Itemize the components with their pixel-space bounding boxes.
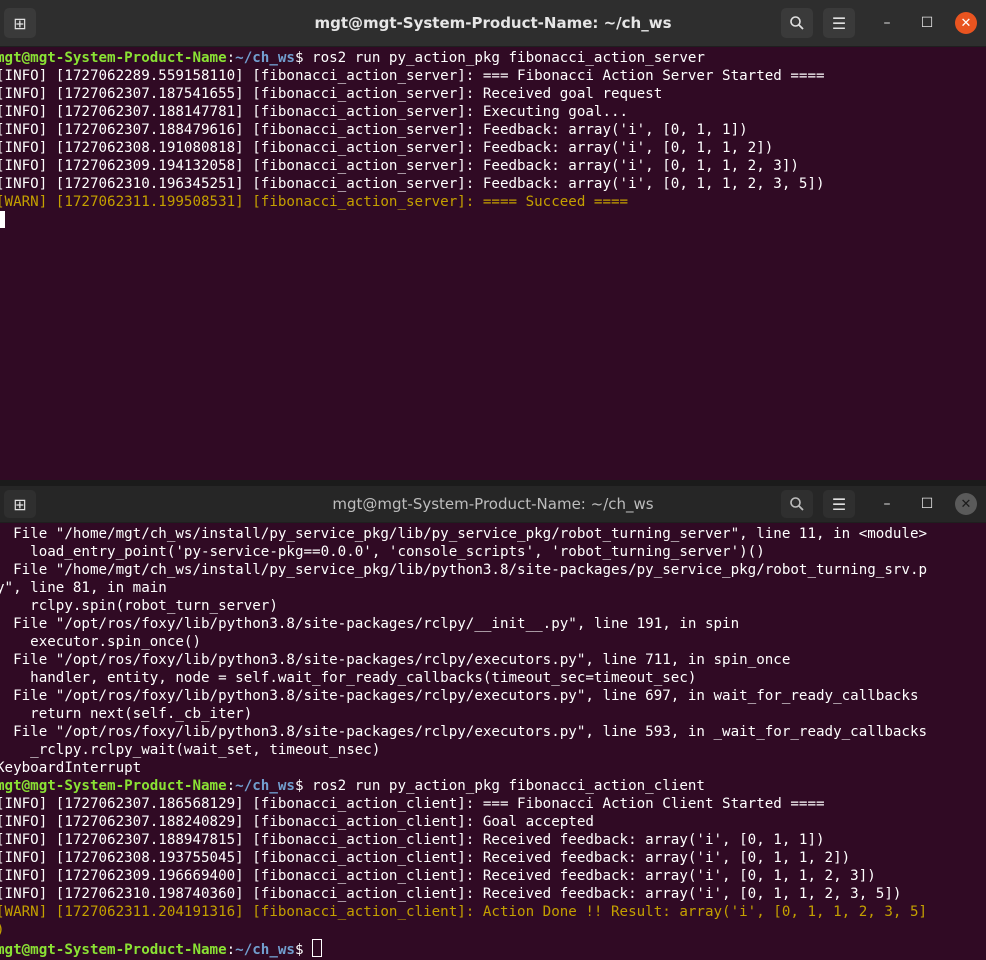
- maximize-button[interactable]: ☐: [916, 493, 938, 515]
- minimize-button[interactable]: –: [876, 493, 898, 515]
- log-line: [INFO] [1727062307.188240829] [fibonacci…: [0, 814, 594, 830]
- close-icon: ✕: [960, 15, 972, 31]
- traceback-line: y", line 81, in main: [0, 580, 167, 596]
- traceback-line: File "/home/mgt/ch_ws/install/py_service…: [0, 526, 928, 542]
- prompt-path: ~/ch_ws: [235, 50, 295, 66]
- traceback-line: File "/opt/ros/foxy/lib/python3.8/site-p…: [0, 724, 928, 740]
- traceback-line: rclpy.spin(robot_turn_server): [0, 598, 278, 614]
- prompt-path: ~/ch_ws: [235, 778, 295, 794]
- warn-log-line-wrap: ): [0, 921, 986, 939]
- cursor-line: [0, 211, 986, 229]
- search-icon: [790, 16, 804, 30]
- terminal-window-server[interactable]: ⊞ mgt@mgt-System-Product-Name: ~/ch_ws ☰…: [0, 0, 986, 480]
- maximize-icon: ☐: [920, 496, 934, 512]
- prompt-path: ~/ch_ws: [235, 942, 295, 958]
- window-title: mgt@mgt-System-Product-Name: ~/ch_ws: [332, 495, 654, 513]
- command-line: mgt@mgt-System-Product-Name:~/ch_ws$ ros…: [0, 49, 986, 67]
- titlebar[interactable]: ⊞ mgt@mgt-System-Product-Name: ~/ch_ws ☰…: [0, 0, 986, 47]
- command-line: mgt@mgt-System-Product-Name:~/ch_ws$ ros…: [0, 777, 986, 795]
- traceback-line: KeyboardInterrupt: [0, 760, 142, 776]
- menu-button[interactable]: ☰: [823, 8, 855, 38]
- text-cursor: [0, 211, 5, 228]
- prompt-user: mgt@mgt-System-Product-Name: [0, 778, 227, 794]
- log-line: [INFO] [1727062308.193755045] [fibonacci…: [0, 850, 851, 866]
- traceback-line: load_entry_point('py-service-pkg==0.0.0'…: [0, 544, 765, 560]
- log-line: [INFO] [1727062307.188479616] [fibonacci…: [0, 122, 748, 138]
- log-line: [INFO] [1727062309.194132058] [fibonacci…: [0, 158, 799, 174]
- minimize-icon: –: [883, 496, 891, 512]
- log-line: [INFO] [1727062307.186568129] [fibonacci…: [0, 796, 825, 812]
- search-button[interactable]: [781, 490, 813, 518]
- new-tab-button[interactable]: ⊞: [4, 8, 36, 38]
- text-cursor: [312, 939, 323, 957]
- titlebar[interactable]: ⊞ mgt@mgt-System-Product-Name: ~/ch_ws ☰…: [0, 486, 986, 523]
- log-line: [INFO] [1727062310.196345251] [fibonacci…: [0, 176, 825, 192]
- maximize-icon: ☐: [920, 15, 934, 31]
- traceback-line: File "/opt/ros/foxy/lib/python3.8/site-p…: [0, 652, 791, 668]
- command-text: $ ros2 run py_action_pkg fibonacci_actio…: [294, 778, 705, 794]
- warn-log-line: [WARN] [1727062311.204191316] [fibonacci…: [0, 904, 928, 920]
- search-icon: [790, 497, 804, 511]
- log-line: [INFO] [1727062289.559158110] [fibonacci…: [0, 68, 825, 84]
- traceback-line: File "/opt/ros/foxy/lib/python3.8/site-p…: [0, 616, 740, 632]
- hamburger-menu-icon: ☰: [831, 494, 847, 514]
- terminal-output[interactable]: mgt@mgt-System-Product-Name:~/ch_ws$ ros…: [0, 47, 986, 229]
- new-tab-icon: ⊞: [13, 13, 27, 33]
- hamburger-menu-icon: ☰: [831, 13, 847, 33]
- new-tab-button[interactable]: ⊞: [4, 490, 36, 518]
- traceback-line: handler, entity, node = self.wait_for_re…: [0, 670, 697, 686]
- log-line: [INFO] [1727062307.188947815] [fibonacci…: [0, 832, 825, 848]
- search-button[interactable]: [781, 8, 813, 38]
- close-button[interactable]: ✕: [955, 493, 977, 515]
- traceback-line: return next(self._cb_iter): [0, 706, 253, 722]
- traceback-line: _rclpy.rclpy_wait(wait_set, timeout_nsec…: [0, 742, 381, 758]
- minimize-icon: –: [883, 15, 891, 31]
- minimize-button[interactable]: –: [876, 12, 898, 34]
- active-prompt-line[interactable]: mgt@mgt-System-Product-Name:~/ch_ws$: [0, 939, 986, 958]
- traceback-line: File "/opt/ros/foxy/lib/python3.8/site-p…: [0, 688, 919, 704]
- new-tab-icon: ⊞: [13, 494, 27, 514]
- maximize-button[interactable]: ☐: [916, 12, 938, 34]
- close-icon: ✕: [960, 496, 972, 512]
- log-line: [INFO] [1727062310.198740360] [fibonacci…: [0, 886, 902, 902]
- window-title: mgt@mgt-System-Product-Name: ~/ch_ws: [314, 14, 672, 32]
- warn-log-line: [WARN] [1727062311.199508531] [fibonacci…: [0, 194, 629, 210]
- prompt-symbol: $: [294, 942, 313, 958]
- prompt-user: mgt@mgt-System-Product-Name: [0, 50, 227, 66]
- terminal-window-client[interactable]: ⊞ mgt@mgt-System-Product-Name: ~/ch_ws ☰…: [0, 486, 986, 960]
- menu-button[interactable]: ☰: [823, 490, 855, 518]
- close-button[interactable]: ✕: [955, 12, 977, 34]
- command-text: $ ros2 run py_action_pkg fibonacci_actio…: [294, 50, 705, 66]
- log-line: [INFO] [1727062307.188147781] [fibonacci…: [0, 104, 629, 120]
- log-line: [INFO] [1727062307.187541655] [fibonacci…: [0, 86, 663, 102]
- traceback-line: executor.spin_once(): [0, 634, 201, 650]
- log-line: [INFO] [1727062308.191080818] [fibonacci…: [0, 140, 774, 156]
- log-line: [INFO] [1727062309.196669400] [fibonacci…: [0, 868, 876, 884]
- traceback-line: File "/home/mgt/ch_ws/install/py_service…: [0, 562, 928, 578]
- prompt-user: mgt@mgt-System-Product-Name: [0, 942, 227, 958]
- terminal-output[interactable]: File "/home/mgt/ch_ws/install/py_service…: [0, 523, 986, 958]
